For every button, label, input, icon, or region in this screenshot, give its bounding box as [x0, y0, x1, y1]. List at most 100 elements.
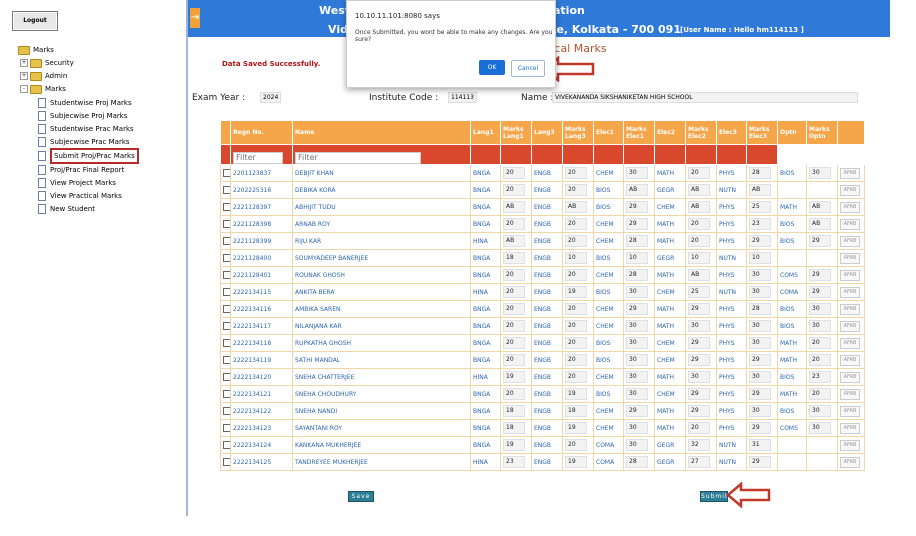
- marks-input[interactable]: 30: [626, 286, 648, 298]
- marks-input[interactable]: 29: [749, 235, 771, 247]
- marks-input[interactable]: AB: [565, 201, 587, 213]
- marks-input[interactable]: 20: [809, 388, 831, 400]
- tree-item-view-project[interactable]: View Project Marks: [38, 177, 116, 189]
- marks-input[interactable]: 23: [749, 218, 771, 230]
- marks-input[interactable]: 18: [503, 422, 525, 434]
- row-checkbox[interactable]: [223, 441, 230, 449]
- regn-filter-input[interactable]: [233, 151, 283, 164]
- col-header[interactable]: Marks Lang3: [562, 120, 594, 145]
- marks-input[interactable]: 20: [688, 235, 710, 247]
- marks-input[interactable]: 20: [809, 337, 831, 349]
- marks-input[interactable]: 18: [503, 252, 525, 264]
- tree-security[interactable]: + Security: [20, 57, 74, 69]
- tree-root[interactable]: Marks: [18, 44, 54, 56]
- marks-input[interactable]: 30: [809, 303, 831, 315]
- marks-input[interactable]: AB: [749, 184, 771, 196]
- row-checkbox[interactable]: [223, 458, 230, 466]
- tree-item-subjecwise-prac[interactable]: Subjecwise Prac Marks: [38, 136, 130, 148]
- marks-input[interactable]: 20: [565, 184, 587, 196]
- expand-plus-icon[interactable]: +: [20, 72, 28, 80]
- marks-input[interactable]: 29: [626, 405, 648, 417]
- col-header[interactable]: Marks Elec3: [746, 120, 778, 145]
- marks-input[interactable]: 20: [565, 167, 587, 179]
- marks-input[interactable]: 20: [503, 184, 525, 196]
- marks-input[interactable]: 30: [626, 422, 648, 434]
- col-header[interactable]: Elec2: [654, 120, 686, 145]
- row-checkbox[interactable]: [223, 220, 230, 228]
- marks-input[interactable]: 30: [626, 439, 648, 451]
- marks-input[interactable]: 20: [565, 371, 587, 383]
- row-checkbox[interactable]: [223, 390, 230, 398]
- marks-input[interactable]: 20: [565, 337, 587, 349]
- row-checkbox[interactable]: [223, 407, 230, 415]
- marks-input[interactable]: 29: [688, 303, 710, 315]
- marks-input[interactable]: 20: [688, 167, 710, 179]
- marks-input[interactable]: AB: [688, 269, 710, 281]
- marks-input[interactable]: 30: [809, 405, 831, 417]
- col-header[interactable]: Marks Elec2: [685, 120, 717, 145]
- tree-item-view-practical[interactable]: View Practical Marks: [38, 190, 122, 202]
- absent-button[interactable]: AFAB: [840, 184, 860, 196]
- absent-button[interactable]: AFAB: [840, 201, 860, 213]
- row-checkbox[interactable]: [223, 186, 230, 194]
- row-checkbox[interactable]: [223, 254, 230, 262]
- col-header[interactable]: Elec3: [716, 120, 747, 145]
- marks-input[interactable]: 29: [688, 337, 710, 349]
- marks-input[interactable]: 20: [503, 303, 525, 315]
- col-header[interactable]: Lang1: [470, 120, 501, 145]
- tree-item-final-report[interactable]: Proj/Prac Final Report: [38, 164, 124, 176]
- marks-input[interactable]: 20: [565, 218, 587, 230]
- marks-input[interactable]: 10: [565, 252, 587, 264]
- col-header[interactable]: Name: [292, 120, 471, 145]
- marks-input[interactable]: 20: [565, 320, 587, 332]
- marks-input[interactable]: 30: [809, 320, 831, 332]
- marks-input[interactable]: 30: [626, 388, 648, 400]
- row-checkbox[interactable]: [223, 305, 230, 313]
- absent-button[interactable]: AFAB: [840, 371, 860, 383]
- marks-input[interactable]: 30: [626, 371, 648, 383]
- submit-button[interactable]: Submit: [700, 491, 728, 502]
- marks-input[interactable]: 29: [749, 422, 771, 434]
- row-checkbox[interactable]: [223, 322, 230, 330]
- col-header[interactable]: Lang3: [531, 120, 563, 145]
- dialog-ok-button[interactable]: OK: [479, 60, 505, 75]
- marks-input[interactable]: 20: [688, 422, 710, 434]
- marks-input[interactable]: 23: [809, 371, 831, 383]
- tree-marks[interactable]: - Marks: [20, 83, 66, 95]
- marks-input[interactable]: 30: [749, 371, 771, 383]
- col-header[interactable]: Regn No.: [230, 120, 293, 145]
- marks-input[interactable]: 29: [626, 201, 648, 213]
- absent-button[interactable]: AFAB: [840, 388, 860, 400]
- row-checkbox[interactable]: [223, 339, 230, 347]
- exit-icon[interactable]: ⇥: [190, 8, 200, 28]
- marks-input[interactable]: 32: [688, 439, 710, 451]
- row-checkbox[interactable]: [223, 169, 230, 177]
- marks-input[interactable]: 25: [688, 286, 710, 298]
- marks-input[interactable]: 20: [565, 269, 587, 281]
- marks-input[interactable]: 30: [626, 354, 648, 366]
- tree-admin[interactable]: + Admin: [20, 70, 67, 82]
- absent-button[interactable]: AFAB: [840, 422, 860, 434]
- row-checkbox[interactable]: [223, 373, 230, 381]
- marks-input[interactable]: 10: [749, 252, 771, 264]
- marks-input[interactable]: 10: [626, 252, 648, 264]
- dialog-cancel-button[interactable]: Cancel: [511, 60, 545, 77]
- absent-button[interactable]: AFAB: [840, 252, 860, 264]
- expand-plus-icon[interactable]: +: [20, 59, 28, 67]
- marks-input[interactable]: 10: [688, 252, 710, 264]
- marks-input[interactable]: 20: [565, 303, 587, 315]
- marks-input[interactable]: 20: [503, 337, 525, 349]
- marks-input[interactable]: 30: [688, 371, 710, 383]
- col-header[interactable]: Marks Elec1: [623, 120, 655, 145]
- marks-input[interactable]: 30: [626, 320, 648, 332]
- marks-input[interactable]: 25: [749, 201, 771, 213]
- marks-input[interactable]: AB: [503, 201, 525, 213]
- absent-button[interactable]: AFAB: [840, 269, 860, 281]
- marks-input[interactable]: 28: [749, 167, 771, 179]
- tree-item-studentwise-prac[interactable]: Studentwise Prac Marks: [38, 123, 134, 135]
- marks-input[interactable]: 30: [688, 320, 710, 332]
- marks-input[interactable]: AB: [626, 184, 648, 196]
- absent-button[interactable]: AFAB: [840, 456, 860, 468]
- marks-input[interactable]: 20: [688, 218, 710, 230]
- marks-input[interactable]: 29: [626, 303, 648, 315]
